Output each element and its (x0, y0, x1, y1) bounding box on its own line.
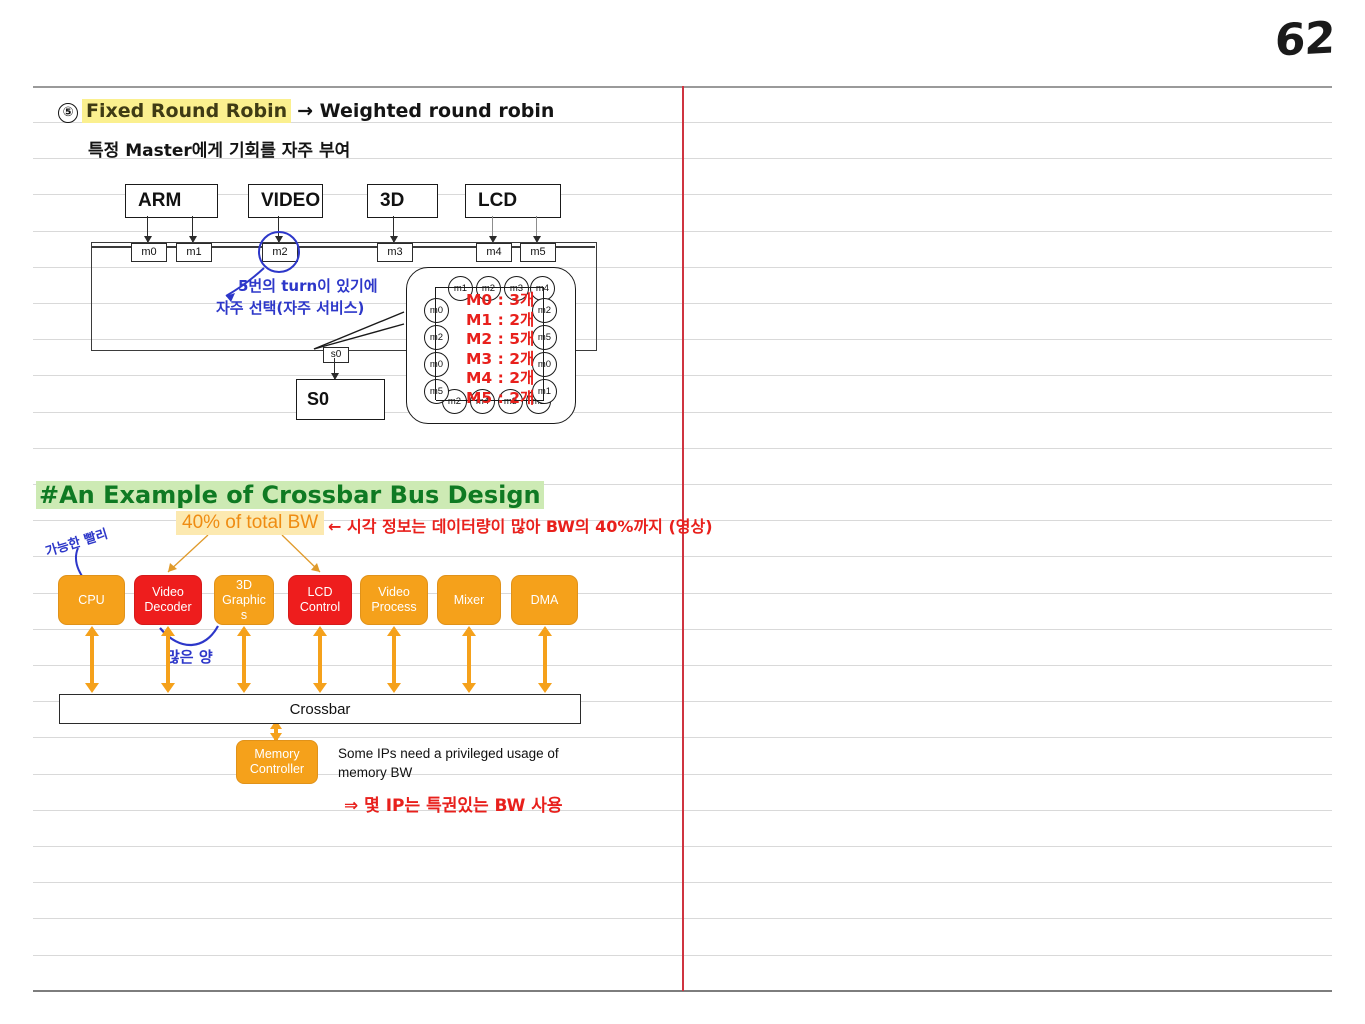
bw-label: 40% of total BW (176, 511, 325, 535)
connector-lcd-m4 (487, 216, 499, 243)
master-port-m1: m1 (176, 243, 212, 262)
ip-block-label: LCD Control (299, 585, 341, 614)
section1-bullet: ⑤ (58, 103, 78, 123)
count-line-0: M0 : 3개 (466, 291, 535, 309)
connector-lcd-m5 (531, 216, 543, 243)
ip-bus-arrow-0 (84, 626, 99, 693)
memory-bw-note: Some IPs need a privileged usage of memo… (338, 746, 559, 780)
ip-block-video-decoder[interactable]: Video Decoder (134, 575, 202, 625)
master-port-m0: m0 (131, 243, 167, 262)
ip-bus-arrow-4 (387, 626, 401, 693)
section2-title: #An Example of Crossbar Bus Design (36, 481, 544, 509)
master-box-video: VIDEO (248, 184, 323, 218)
cpu-blue-note: 가능한 빨리 (43, 526, 110, 560)
ring-chain-right (543, 287, 545, 400)
margin-line (682, 86, 684, 991)
master-port-m5: m5 (520, 243, 556, 262)
ring-node-left-0: m0 (424, 298, 449, 323)
ip-block-label: CPU (78, 592, 105, 607)
ip-block-video-process[interactable]: Video Process (360, 575, 428, 625)
memory-controller-label: Memory Controller (249, 747, 305, 776)
ip-block-label: Video Decoder (144, 585, 192, 614)
blue-annotation-line1: 5번의 turn이 있기에 (238, 277, 378, 295)
ring-chain-left (435, 287, 437, 400)
master-box-3d: 3D (367, 184, 438, 218)
count-line-1: M1 : 2개 (466, 310, 535, 329)
notebook-page: 62 ⑤ Fixed Round Robin → Weighted round ro… (0, 0, 1365, 1024)
count-line-5: M5 : 2개 (466, 388, 535, 407)
ring-node-left-2: m0 (424, 352, 449, 377)
ip-bus-arrow-3 (313, 626, 327, 693)
count-line-4: M4 : 2개 (466, 369, 535, 388)
page-number: 62 (1274, 12, 1336, 67)
connector-arm-m1 (187, 216, 199, 243)
section1-title-rest: → Weighted round robin (297, 100, 555, 122)
ring-chain-top (436, 287, 544, 289)
ring-node-right-1: m5 (532, 325, 557, 350)
ring-node-right-0: m2 (532, 298, 557, 323)
arbitration-counts: M0 : 3개 M1 : 2개 M2 : 5개 M3 : 2개 M4 : 2개 M5 : … (466, 291, 534, 409)
ip-block-label: 3D Graphic s (222, 577, 266, 622)
connector-arm-m0 (142, 216, 154, 243)
ring-node-left-1: m2 (424, 325, 449, 350)
ring-node-right-2: m0 (532, 352, 557, 377)
memory-controller-block: Memory Controller (236, 740, 318, 784)
master-box-arm: ARM (125, 184, 218, 218)
crossbar-bar: Crossbar (59, 694, 581, 724)
ip-block-label: Video Process (371, 585, 417, 614)
connector-3d-m3 (388, 216, 400, 243)
ip-bus-arrow-5 (462, 626, 476, 693)
ip-block-mixer[interactable]: Mixer (437, 575, 501, 625)
master-port-m4: m4 (476, 243, 512, 262)
ip-block-dma[interactable]: DMA (511, 575, 578, 625)
section1-title-highlight: Fixed Round Robin (82, 99, 292, 123)
count-line-2: M2 : 5개 (466, 330, 535, 349)
ip-block-3d-graphic-s[interactable]: 3D Graphic s (214, 575, 274, 625)
slave-box-s0: S0 (296, 379, 385, 420)
ip-block-label: Mixer (453, 592, 485, 607)
connector-s0 (329, 358, 341, 380)
ip-block-label: DMA (530, 592, 559, 607)
count-line-3: M3 : 2개 (466, 349, 535, 368)
blue-annotation-line2: 자주 선택(자주 서비스) (216, 299, 365, 317)
many-amount-note: 많은 양 (166, 648, 213, 666)
privileged-bw-red-note: ⇒ 몇 IP는 특권있는 BW 사용 (344, 796, 563, 816)
section2-title-text: #An Example of Crossbar Bus Design (36, 481, 544, 509)
section1-subtitle: 특정 Master에게 기회를 자주 부여 (88, 141, 351, 161)
master-port-m3: m3 (377, 243, 413, 262)
ip-bus-arrow-1 (161, 626, 175, 693)
slave-port-s0: s0 (323, 347, 349, 363)
ip-bus-arrow-2 (237, 626, 251, 693)
ip-block-lcd-control[interactable]: LCD Control (288, 575, 352, 625)
highlight-circle-m2 (258, 231, 300, 273)
bw-red-note: ← 시각 정보는 데이터량이 많아 BW의 40%까지 (영상) (328, 517, 713, 536)
ip-bus-arrow-6 (537, 626, 552, 693)
section1-title: ⑤ Fixed Round Robin → Weighted round robin (58, 99, 555, 123)
ip-block-cpu[interactable]: CPU (58, 575, 125, 625)
master-box-lcd: LCD (465, 184, 561, 218)
